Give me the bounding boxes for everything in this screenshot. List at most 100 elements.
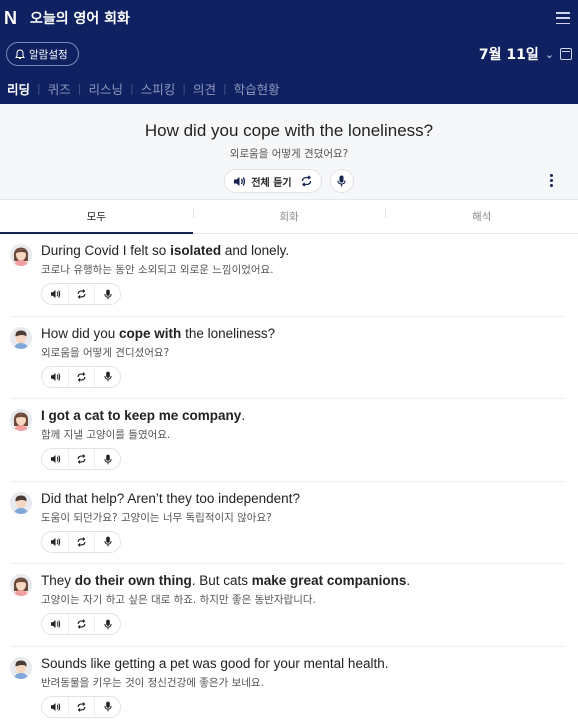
line-controls — [41, 695, 121, 718]
mic-icon — [103, 701, 112, 712]
play-button[interactable] — [42, 449, 68, 469]
speaker-icon — [50, 372, 61, 382]
dialog-english: How did you cope with the loneliness? — [41, 325, 275, 343]
record-button[interactable] — [94, 366, 120, 387]
dialog-line-body: I got a cat to keep me company. 함께 지낼 고양이… — [41, 407, 245, 481]
date-selector[interactable]: 7월 11일 ⌄ — [479, 44, 572, 64]
dialog-line-body: How did you cope with the loneliness? 외로움… — [41, 325, 275, 399]
nav-item-1[interactable]: 퀴즈 — [48, 79, 71, 98]
repeat-button[interactable] — [68, 449, 94, 469]
record-button[interactable] — [94, 614, 120, 634]
avatar-male-speaker — [10, 656, 32, 679]
more-options-icon[interactable] — [550, 174, 554, 187]
dialog-text: Did that help? Aren’t they too independe… — [41, 490, 300, 506]
mic-icon — [103, 289, 112, 300]
line-controls — [41, 530, 121, 553]
key-expression: I got a cat to keep me company — [41, 408, 242, 423]
dialog-korean: 도움이 되던가요? 고양이는 너무 독립적이지 않아요? — [41, 511, 272, 524]
naver-logo[interactable]: N — [4, 8, 24, 29]
nav-item-3[interactable]: 스피킹 — [141, 79, 176, 98]
dialog-text: . — [241, 408, 246, 423]
dialog-text: During Covid I felt so — [41, 243, 171, 258]
repeat-icon — [76, 536, 87, 547]
line-controls — [41, 283, 121, 305]
play-button[interactable] — [42, 284, 68, 304]
play-button[interactable] — [42, 697, 68, 717]
dialog-line-body: Sounds like getting a pet was good for y… — [41, 655, 388, 727]
tab-2[interactable]: 해석 — [385, 200, 578, 233]
record-button[interactable] — [94, 531, 120, 552]
nav-item-5[interactable]: 학습현황 — [234, 79, 280, 98]
dialog-line-body: They do their own thing. But cats make g… — [41, 572, 410, 646]
dialog-text: How did you — [41, 325, 120, 341]
repeat-button[interactable] — [68, 366, 94, 387]
record-button[interactable] — [94, 284, 120, 304]
play-button[interactable] — [42, 532, 68, 552]
speaker-icon — [50, 454, 61, 464]
app-title: 오늘의 영어 회화 — [30, 11, 130, 27]
speaker-icon — [50, 619, 61, 629]
listen-all-button[interactable]: 전체 듣기 — [233, 174, 292, 189]
record-button[interactable] — [94, 696, 120, 717]
key-expression: do their own thing — [74, 573, 192, 588]
avatar-female-speaker — [10, 574, 32, 596]
repeat-button[interactable] — [68, 614, 94, 634]
dialog-line: Did that help? Aren’t they too independe… — [10, 482, 564, 564]
featured-english: How did you cope with the loneliness? — [144, 121, 434, 140]
header-top-row: N 오늘의 영어 회화 — [0, 0, 578, 36]
repeat-button[interactable] — [68, 531, 94, 552]
avatar-female-speaker — [10, 409, 32, 431]
play-button[interactable] — [42, 614, 68, 634]
menu-icon[interactable] — [556, 12, 570, 24]
nav-separator: | — [182, 81, 186, 95]
nav-separator: | — [129, 81, 134, 95]
calendar-icon[interactable] — [560, 48, 572, 60]
avatar-male-speaker — [10, 326, 32, 349]
nav-item-4[interactable]: 의견 — [193, 79, 216, 98]
line-controls — [41, 448, 121, 470]
dialog-text: . — [406, 573, 411, 588]
repeat-icon[interactable] — [300, 175, 313, 187]
speaker-icon — [234, 176, 246, 186]
line-controls — [41, 365, 121, 388]
key-expression: isolated — [170, 243, 222, 258]
dialog-english: During Covid I felt so isolated and lone… — [41, 242, 289, 260]
repeat-button[interactable] — [68, 284, 94, 304]
dialog-line: During Covid I felt so isolated and lone… — [10, 234, 564, 317]
dialog-line: I got a cat to keep me company. 함께 지낼 고양이… — [10, 399, 564, 482]
listen-all-pill: 전체 듣기 — [224, 169, 322, 193]
nav-separator: | — [222, 81, 227, 95]
tab-1[interactable]: 회화 — [192, 200, 386, 233]
app-header: N 오늘의 영어 회화 알람설정 7월 11일 ⌄ 리딩 | 퀴즈 | 리스닝 | 스피킹 |… — [0, 0, 578, 104]
mic-icon — [103, 454, 112, 465]
repeat-icon — [76, 619, 87, 629]
repeat-button[interactable] — [68, 696, 94, 717]
repeat-icon — [76, 289, 87, 299]
dialog-text: . But cats — [191, 573, 252, 588]
speaker-icon — [50, 289, 61, 299]
dialog-line: Sounds like getting a pet was good for y… — [10, 647, 564, 727]
alarm-settings-label: 알람설정 — [29, 48, 68, 61]
nav-separator: | — [77, 81, 82, 95]
nav-separator: | — [37, 81, 41, 95]
key-expression: cope with — [119, 325, 182, 341]
nav-item-0[interactable]: 리딩 — [7, 79, 30, 98]
tab-0[interactable]: 모두 — [0, 200, 193, 234]
avatar-male-speaker — [10, 491, 32, 514]
alarm-settings-button[interactable]: 알람설정 — [6, 42, 79, 66]
featured-sentence: How did you cope with the loneliness? 외로… — [0, 104, 578, 200]
dialog-list: During Covid I felt so isolated and lone… — [0, 234, 578, 727]
dialog-text: the loneliness? — [181, 325, 276, 341]
avatar-female-speaker — [10, 244, 32, 266]
section-nav: 리딩 | 퀴즈 | 리스닝 | 스피킹 | 의견 | 학습현황 — [0, 72, 578, 104]
dialog-line-body: Did that help? Aren’t they too independe… — [41, 490, 300, 564]
mic-icon — [103, 371, 112, 382]
record-button[interactable] — [94, 449, 120, 469]
mic-icon — [103, 619, 112, 630]
play-button[interactable] — [42, 367, 68, 387]
featured-controls: 전체 듣기 — [0, 169, 578, 193]
nav-item-2[interactable]: 리스닝 — [88, 79, 123, 98]
dialog-english: They do their own thing. But cats make g… — [41, 572, 410, 590]
dialog-text: They — [41, 573, 75, 588]
record-button[interactable] — [329, 169, 354, 193]
